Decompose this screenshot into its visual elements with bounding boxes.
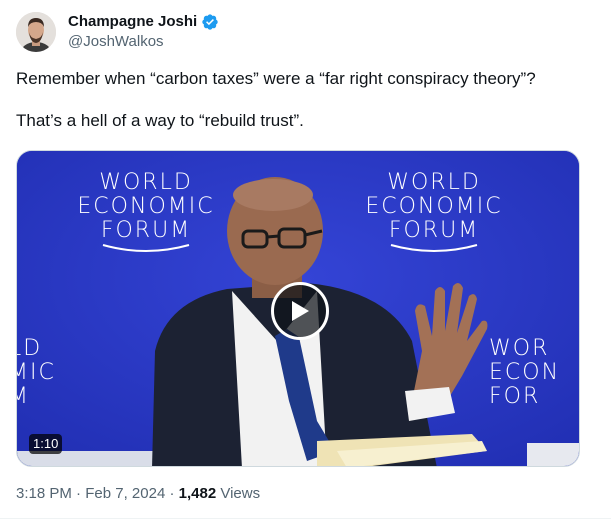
logo-line-economic: ECONOMIC xyxy=(365,194,503,219)
play-button[interactable] xyxy=(271,282,329,340)
wef-logo-cropped-right: WOR ECON FOR xyxy=(489,336,579,409)
video-duration: 1:10 xyxy=(29,434,63,454)
wef-logo: WORLD ECONOMIC FORUM xyxy=(61,171,231,253)
tweet-meta: 3:18 PM · Feb 7, 2024 · 1,482 Views xyxy=(16,484,260,504)
meta-separator: · xyxy=(76,485,82,502)
divider xyxy=(0,518,611,519)
profile-photo-icon xyxy=(16,12,56,52)
logo-crop-line: M xyxy=(17,385,89,409)
tweet-card: Champagne Joshi @JoshWalkos Remember whe… xyxy=(0,0,611,521)
logo-line-forum: FORUM xyxy=(100,218,192,243)
logo-crop-line: WOR xyxy=(489,336,550,361)
tweet-text-line: That’s a hell of a way to “rebuild trust… xyxy=(16,111,304,130)
meta-separator: · xyxy=(169,485,175,502)
tweet-text-line: Remember when “carbon taxes” were a “far… xyxy=(16,69,536,88)
author-display-name[interactable]: Champagne Joshi xyxy=(68,12,197,32)
author-avatar[interactable] xyxy=(16,12,56,52)
logo-crop-line: ECON xyxy=(489,360,561,385)
play-icon xyxy=(292,301,309,321)
logo-line-world: WORLD xyxy=(99,170,193,195)
logo-crop-line: FOR xyxy=(489,384,541,409)
logo-line-economic: ECONOMIC xyxy=(77,194,215,219)
views-label: Views xyxy=(220,485,261,502)
author-name-row: Champagne Joshi xyxy=(68,12,219,32)
tweet-date[interactable]: Feb 7, 2024 xyxy=(85,485,165,502)
logo-crop-line: MIC xyxy=(17,360,56,385)
views-count: 1,482 xyxy=(178,485,217,502)
wef-logo: WORLD ECONOMIC FORUM xyxy=(349,171,519,253)
author-handle[interactable]: @JoshWalkos xyxy=(68,32,164,52)
video-player[interactable]: WORLD ECONOMIC FORUM WORLD ECONOMIC FORU… xyxy=(16,150,580,467)
logo-crop-line: LD xyxy=(17,336,43,361)
logo-arc-icon xyxy=(390,244,478,252)
verified-badge-icon xyxy=(201,13,219,31)
logo-line-world: WORLD xyxy=(387,170,481,195)
tweet-time[interactable]: 3:18 PM xyxy=(16,485,72,502)
tweet-text: Remember when “carbon taxes” were a “far… xyxy=(16,68,596,152)
wef-logo-cropped-left: LD MIC M xyxy=(17,336,89,409)
logo-line-forum: FORUM xyxy=(388,218,480,243)
logo-arc-icon xyxy=(102,244,190,252)
